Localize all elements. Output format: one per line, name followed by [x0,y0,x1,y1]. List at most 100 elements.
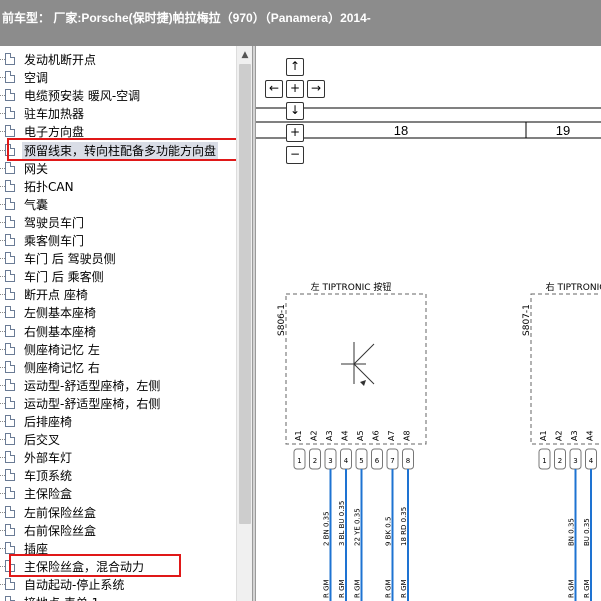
connector-number: 1 [297,457,301,465]
tree-item-label: 驻车加热器 [24,107,85,122]
pin-label: A2 [555,430,564,441]
tree-item[interactable]: 插座 [0,539,237,557]
component-id: S806-1 [277,304,287,336]
component-frame [285,293,427,445]
tree-item[interactable]: 外部车灯 [0,448,237,466]
zoom-in-button[interactable]: + [286,124,304,142]
pin-label: A8 [403,430,412,441]
pan-center-button[interactable]: + [286,80,304,98]
tree-item-label: 气囊 [24,197,49,212]
pan-right-button[interactable]: → [307,80,325,98]
wire-label: 2 BN 0.35 [323,511,331,546]
tree-item-label: 预留线束，转向柱配备多功能方向盘 [22,141,219,159]
tree-item[interactable]: 拓扑CAN [0,177,237,195]
document-icon [5,342,15,355]
pin-label: A2 [310,430,319,441]
component-name: 右 TIPTRONIC 按钮 [546,281,601,293]
tree-item[interactable]: 右前保险丝盒 [0,521,237,539]
tree-item[interactable]: 运动型-舒适型座椅，右侧 [0,394,237,412]
wire-end-label: R GM [400,579,408,598]
pin-label: A1 [294,430,303,441]
wire-label: 18 RD 0.35 [400,507,408,546]
wire-label: 9 BK 0.5 [385,517,393,546]
pin-label: A4 [341,430,350,441]
document-icon [5,143,15,156]
document-icon [5,288,15,301]
tree-item-label: 后排座椅 [24,415,73,429]
document-icon [5,596,15,601]
column-number: 18 [394,123,408,138]
tree-item[interactable]: 乘客侧车门 [0,231,237,249]
document-icon [5,360,15,373]
tree-item[interactable]: 发动机断开点 [0,50,237,68]
component-id: S807-1 [522,304,532,336]
tree-item[interactable]: 电子方向盘 [0,122,237,140]
connector-number: 8 [406,457,410,465]
wiring-diagram[interactable]: 18 19 左 TIPTRONIC 按钮 S806-1 A1 1 A2 2 A3 3 A4 4 A5 5 A… [256,46,601,601]
tree-item[interactable]: 运动型-舒适型座椅，左侧 [0,376,237,394]
tree-item[interactable]: 气囊 [0,195,237,213]
document-icon [5,107,15,120]
tree-item-label: 电子方向盘 [24,125,85,140]
tree-item[interactable]: 驻车加热器 [0,104,237,122]
tree-item-label: 车门 后 驾驶员侧 [24,252,116,267]
tree-item[interactable]: 断开点 座椅 [0,285,237,303]
tree-item[interactable]: 主保险盒 [0,484,237,502]
tree-item[interactable]: 左前保险丝盒 [0,503,237,521]
connector-number: 1 [542,457,546,465]
tree-item[interactable]: 空调 [0,68,237,86]
document-icon [5,270,15,283]
zoom-out-button[interactable]: − [286,146,304,164]
tree-item-label: 运动型-舒适型座椅，左侧 [24,378,161,393]
document-icon [5,415,15,427]
connector-number: 5 [359,457,363,465]
pan-up-button[interactable]: ↑ [286,58,304,76]
tree-item[interactable]: 侧座椅记忆 左 [0,340,237,358]
pin-label: A7 [387,430,396,441]
scroll-thumb[interactable] [239,64,251,524]
tree-item[interactable]: 车顶系统 [0,466,237,484]
document-icon [5,179,15,192]
document-icon [5,161,15,174]
tree-item[interactable]: 驾驶员车门 [0,213,237,231]
tree-item[interactable]: 电缆预安装 暖风-空调 [0,86,237,104]
tree-item[interactable]: 网关 [0,159,237,177]
tree-item-label: 主保险盒 [24,487,73,502]
document-icon [5,89,15,102]
connector-number: 2 [313,457,317,465]
tree-item-label: 车顶系统 [24,469,73,484]
tree-item[interactable]: 自动起动-停止系统 [0,575,237,593]
switch-arrow-icon [360,380,366,386]
tree-item[interactable]: 后排座椅 [0,412,237,430]
document-icon [5,577,15,590]
scroll-up-arrow-icon[interactable]: ▲ [237,48,253,62]
wire-label: 22 YE 0.35 [354,508,362,546]
pan-left-button[interactable]: ← [265,80,283,98]
connector-number: 3 [328,457,332,465]
wire-label: 3 BL BU 0.35 [338,501,346,546]
tree-item-label: 网关 [24,161,49,176]
tree-item[interactable]: 侧座椅记忆 右 [0,358,237,376]
tree-item[interactable]: 左侧基本座椅 [0,303,237,321]
switch-symbol [353,343,375,365]
tree-item[interactable]: 预留线束，转向柱配备多功能方向盘 [0,141,237,159]
connector-number: 3 [573,457,577,465]
window-title: 前车型： 厂家:Porsche(保时捷)帕拉梅拉（970）（Panamera）2… [0,0,601,46]
tree-item-label: 外部车灯 [24,451,73,466]
tree-item[interactable]: 车门 后 驾驶员侧 [0,249,237,267]
document-icon [5,451,15,464]
tree-item[interactable]: 右侧基本座椅 [0,322,237,340]
tree-scrollbar[interactable]: ▲ [236,46,252,601]
tree-item[interactable]: 接地点 表单 1 [0,593,237,601]
tree-item[interactable]: 车门 后 乘客侧 [0,267,237,285]
document-icon [5,215,15,228]
pan-down-button[interactable]: ↓ [286,102,304,120]
tree-item[interactable]: 后交叉 [0,430,237,448]
document-icon [5,324,15,337]
document-icon [5,433,15,446]
tree-item-label: 侧座椅记忆 左 [24,342,100,357]
tree-item-label: 运动型-舒适型座椅，右侧 [24,396,161,411]
wire-label: BN 0.35 [568,518,576,546]
tree-item[interactable]: 主保险丝盒，混合动力 [0,557,237,575]
wire-end-label: R GM [354,579,362,598]
